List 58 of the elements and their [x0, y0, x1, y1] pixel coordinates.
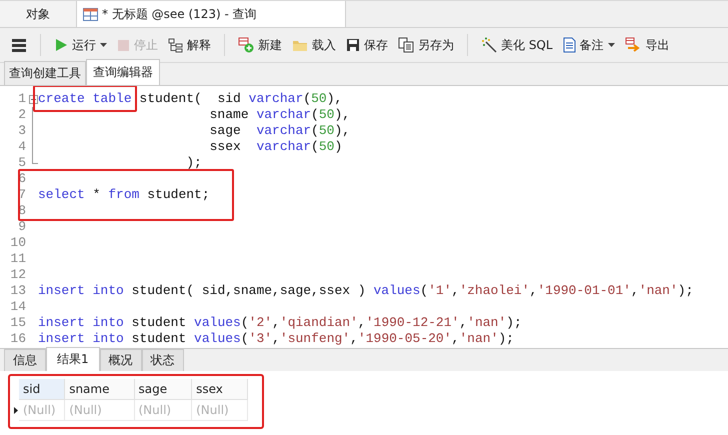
toolbar-button[interactable]: 载入 [289, 34, 339, 56]
toolbar-button[interactable]: 美化 SQL [478, 34, 556, 56]
column-header[interactable]: sid [19, 379, 66, 400]
tab[interactable]: 结果1 [46, 347, 100, 371]
tab[interactable]: 查询创建工具 [4, 61, 86, 85]
column-header[interactable]: sname [65, 379, 134, 400]
code-line: sage varchar(50), [208, 123, 352, 139]
line-number: 7 [17, 187, 27, 203]
code-line: insert into student values('3','sunfeng','1990-05-20','nan'); [38, 331, 515, 347]
code-line: sname varchar(50), [208, 107, 352, 123]
magic-wand-icon [481, 37, 497, 53]
toolbar-button[interactable]: 保存 [343, 34, 391, 56]
toolbar-button[interactable]: 备注 [560, 34, 618, 56]
line-number: 14 [9, 299, 27, 315]
line-number: 10 [9, 235, 27, 251]
tab[interactable]: 查询编辑器 [86, 59, 160, 85]
line-number: 9 [17, 219, 27, 235]
toolbar-button[interactable]: 运行 [51, 34, 110, 56]
code-line: insert into student values('2','qiandian','1990-12-21','nan'); [38, 315, 523, 331]
diagram-icon [168, 38, 183, 52]
table-cell: (Null) [192, 400, 248, 421]
square-icon [117, 38, 130, 52]
table-cell: (Null) [19, 400, 66, 421]
play-icon [54, 38, 68, 52]
line-number: 12 [9, 267, 27, 283]
code-line: ssex varchar(50) [208, 139, 344, 155]
folder-icon [292, 38, 308, 52]
document-tab[interactable]: * 无标题 @see (123) - 查询 [76, 1, 346, 27]
column-header[interactable]: sage [134, 379, 192, 400]
export-arrow-icon [624, 37, 642, 53]
tab[interactable]: 概况 [100, 349, 142, 371]
toolbar-button[interactable]: 新建 [235, 34, 285, 56]
line-number: 13 [9, 283, 27, 299]
table-icon [83, 8, 98, 20]
table-cell: (Null) [134, 400, 192, 421]
toolbar-button[interactable]: 另存为 [395, 34, 457, 56]
floppy-icon [346, 38, 360, 52]
copy-document-icon [398, 37, 414, 53]
column-header[interactable]: ssex [192, 379, 248, 400]
line-number: 5 [17, 155, 27, 171]
line-number: 16 [9, 331, 27, 347]
menu-icon [11, 38, 27, 52]
code-line: ); [185, 155, 203, 171]
line-number: 4 [17, 139, 27, 155]
line-number: 1 [17, 91, 27, 107]
table-cell: (Null) [65, 400, 134, 421]
tab[interactable]: 信息 [4, 349, 46, 371]
line-number: 3 [17, 123, 27, 139]
code-line: select * from student; [38, 187, 211, 203]
line-number: 11 [9, 251, 27, 267]
toolbar-button[interactable]: 解释 [165, 34, 214, 56]
line-number: 15 [9, 315, 27, 331]
tab[interactable]: 状态 [142, 349, 184, 371]
document-icon [562, 37, 576, 53]
toolbar-button[interactable]: 导出 [622, 34, 673, 56]
line-number: 2 [17, 107, 27, 123]
code-line: insert into student( sid,sname,sage,ssex ) values('1','zhaolei','1990-01-01','nan'); [38, 283, 694, 299]
new-table-icon [238, 37, 254, 53]
